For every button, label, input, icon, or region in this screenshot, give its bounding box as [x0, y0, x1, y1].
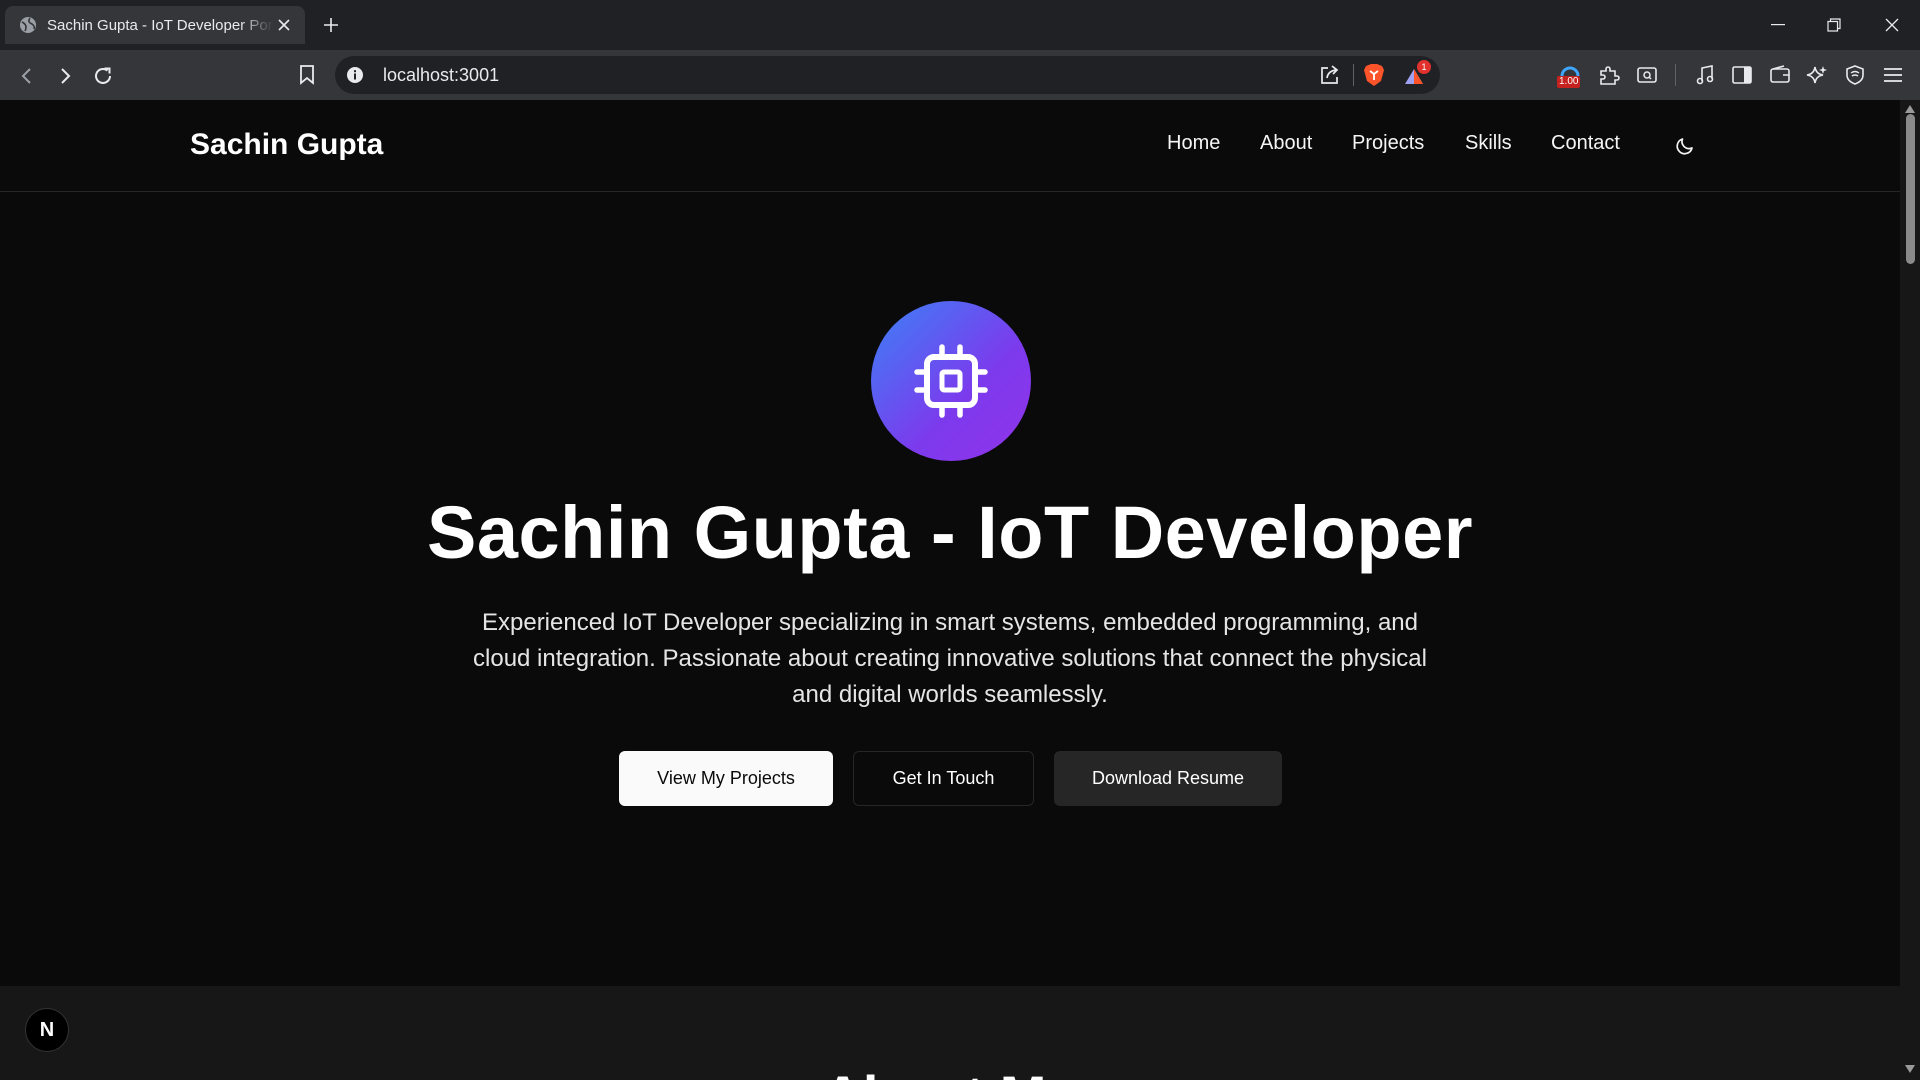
theme-toggle-moon-icon[interactable]	[1672, 133, 1698, 159]
site-brand-logo[interactable]: Sachin Gupta	[190, 128, 383, 162]
media-controls-icon[interactable]	[1690, 60, 1720, 90]
tab-search-icon[interactable]	[1632, 60, 1662, 90]
restore-window-icon[interactable]	[1806, 0, 1862, 50]
brave-rewards-icon[interactable]: 1	[1401, 60, 1431, 90]
browser-toolbar: localhost:3001 1 1.00	[0, 50, 1920, 100]
rewards-badge: 1	[1417, 60, 1431, 74]
nextjs-logo-letter: N	[39, 1018, 55, 1041]
page-viewport: Sachin Gupta Home About Projects Skills …	[0, 100, 1900, 1080]
browser-tab-strip: Sachin Gupta - IoT Developer Portfolio	[0, 0, 1920, 50]
view-projects-button[interactable]: View My Projects	[619, 751, 833, 806]
share-icon[interactable]	[1315, 60, 1345, 90]
scroll-up-arrow-icon[interactable]	[1904, 104, 1916, 114]
scroll-down-arrow-icon[interactable]	[1904, 1064, 1916, 1074]
nextjs-dev-indicator[interactable]: N	[25, 1008, 69, 1052]
tab-close-icon[interactable]	[273, 14, 295, 36]
close-window-icon[interactable]	[1864, 0, 1920, 50]
about-section: About Me	[0, 986, 1900, 1080]
url-text: localhost:3001	[383, 65, 500, 85]
extensions-puzzle-icon[interactable]	[1594, 60, 1624, 90]
nav-link-about[interactable]: About	[1260, 132, 1312, 155]
sidebar-toggle-icon[interactable]	[1727, 60, 1757, 90]
scrollbar-thumb[interactable]	[1906, 114, 1915, 264]
menu-hamburger-icon[interactable]	[1878, 60, 1908, 90]
minimize-window-icon[interactable]	[1750, 0, 1806, 50]
brave-shields-icon[interactable]	[1359, 60, 1389, 90]
globe-icon	[20, 17, 36, 33]
nav-link-contact[interactable]: Contact	[1551, 132, 1620, 155]
nav-link-projects[interactable]: Projects	[1352, 132, 1424, 155]
download-resume-button[interactable]: Download Resume	[1054, 751, 1282, 806]
address-bar[interactable]: localhost:3001 1	[335, 56, 1440, 94]
hero-title: Sachin Gupta - IoT Developer	[426, 491, 1474, 574]
vpn-shield-icon[interactable]	[1840, 60, 1870, 90]
about-section-title: About Me	[0, 1063, 1900, 1080]
bookmark-icon[interactable]	[292, 60, 322, 90]
wallet-icon[interactable]	[1765, 60, 1795, 90]
site-info-icon[interactable]	[345, 65, 365, 85]
video-speed-extension-icon[interactable]: 1.00	[1555, 60, 1585, 90]
page-scrollbar[interactable]	[1900, 100, 1920, 1080]
leo-ai-icon[interactable]	[1802, 60, 1832, 90]
hero-subtitle: Experienced IoT Developer specializing i…	[473, 609, 1427, 708]
tab-title: Sachin Gupta - IoT Developer Portfolio	[47, 16, 273, 34]
get-in-touch-button[interactable]: Get In Touch	[853, 751, 1034, 806]
hero-chip-avatar	[871, 301, 1031, 461]
back-arrow-icon[interactable]	[12, 61, 42, 91]
site-header: Sachin Gupta Home About Projects Skills …	[0, 100, 1900, 192]
browser-tab-active[interactable]: Sachin Gupta - IoT Developer Portfolio	[5, 6, 305, 44]
speed-badge: 1.00	[1557, 76, 1581, 88]
reload-icon[interactable]	[88, 61, 118, 91]
nav-link-skills[interactable]: Skills	[1465, 132, 1512, 155]
nav-link-home[interactable]: Home	[1167, 132, 1220, 155]
forward-arrow-icon[interactable]	[50, 61, 80, 91]
new-tab-button[interactable]	[318, 12, 344, 38]
cpu-chip-icon	[914, 344, 988, 418]
